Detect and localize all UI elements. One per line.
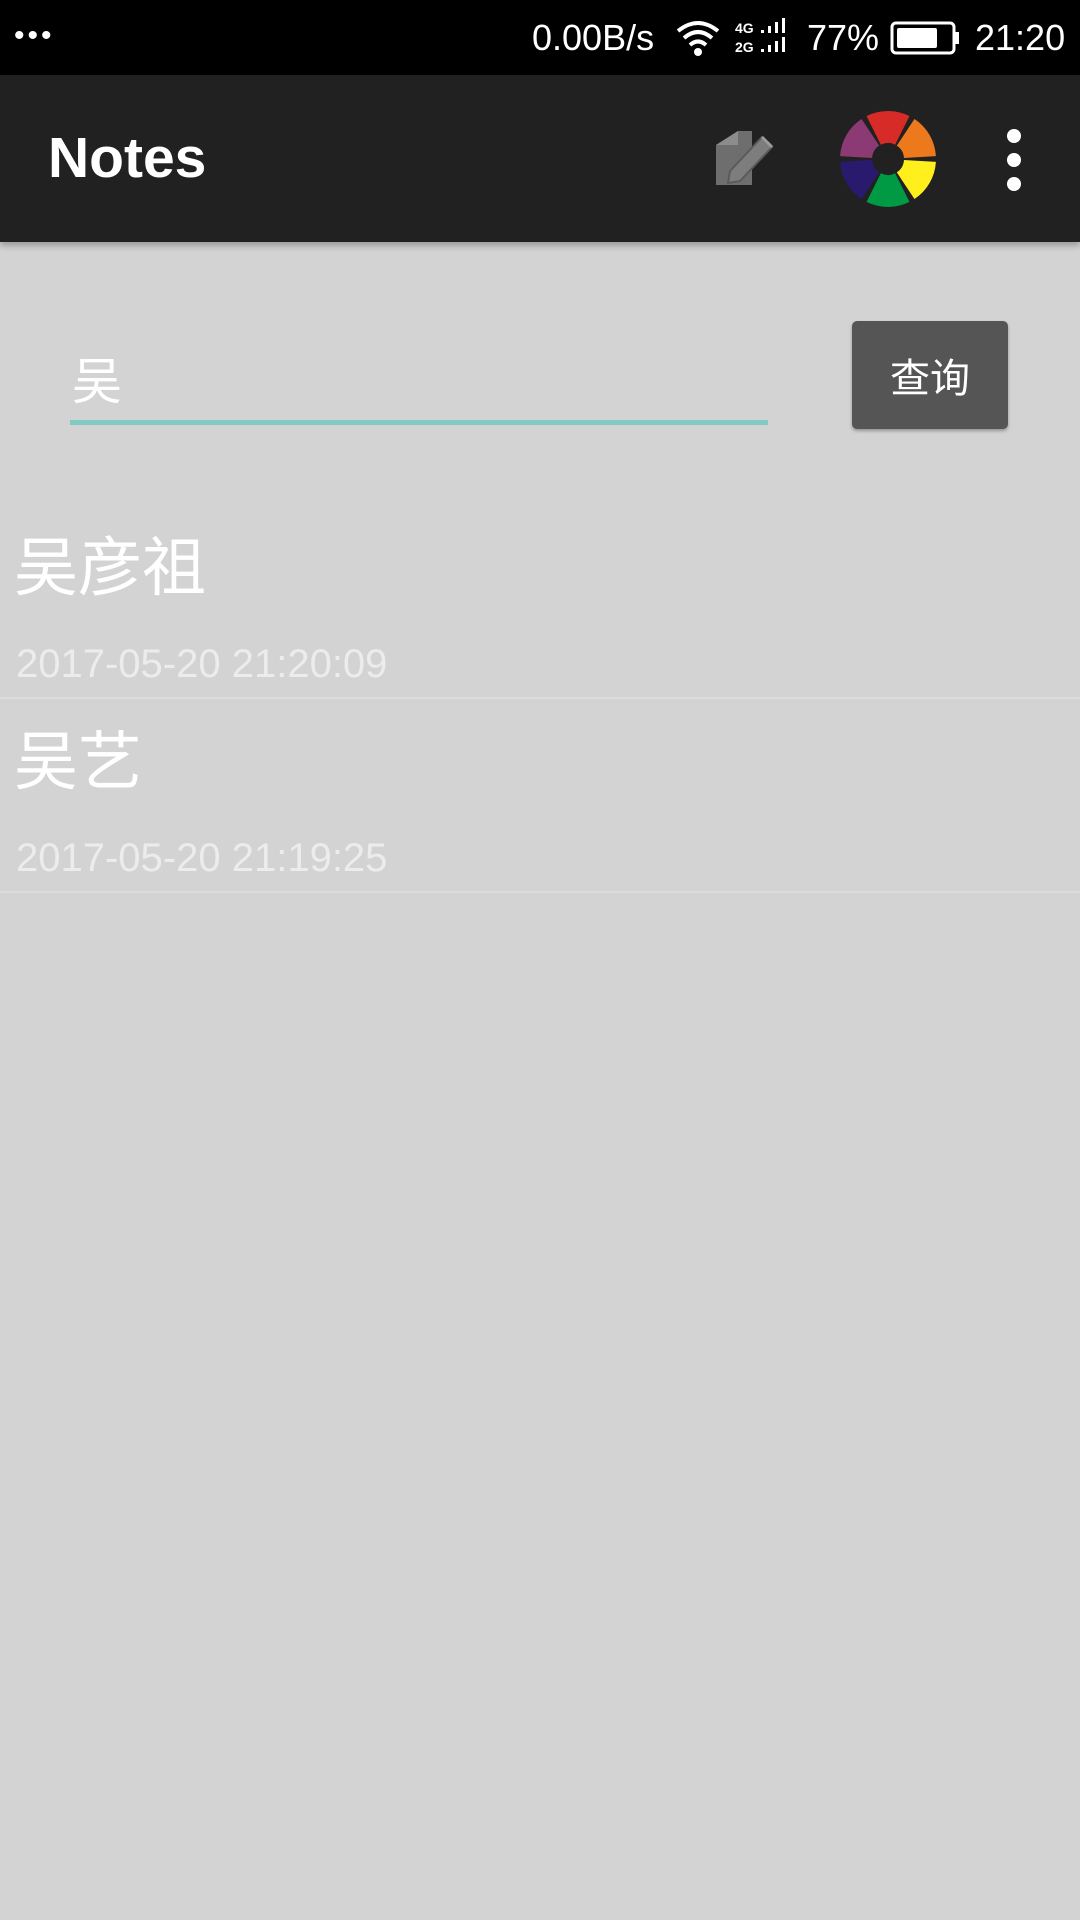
note-title: 吴艺 (14, 726, 142, 800)
note-title: 吴彦祖 (14, 532, 206, 606)
cellular-signal-icon: 4G 2G (735, 18, 795, 63)
note-list: 吴彦祖 2017-05-20 21:20:09 吴艺 2017-05-20 21… (0, 505, 1080, 893)
notification-dots-icon: ••• (14, 19, 55, 52)
list-item[interactable]: 吴艺 2017-05-20 21:19:25 (0, 699, 1080, 893)
battery-fill (897, 28, 937, 48)
battery-percent: 77% (807, 17, 880, 58)
note-timestamp: 2017-05-20 21:20:09 (16, 642, 388, 686)
wifi-icon (675, 18, 721, 63)
color-palette-icon[interactable] (838, 109, 938, 209)
app-bar: Notes (0, 75, 1080, 242)
edit-note-icon[interactable] (708, 125, 778, 195)
note-timestamp: 2017-05-20 21:19:25 (16, 836, 388, 880)
more-vert-icon[interactable] (990, 120, 1038, 200)
network-type-top: 4G (735, 20, 754, 36)
network-speed: 0.00B/s (532, 17, 655, 58)
status-time: 21:20 (975, 17, 1066, 58)
query-button[interactable]: 查询 (852, 321, 1008, 429)
status-bar: ••• 0.00B/s 4G 2G 77% 21:20 (0, 0, 1080, 75)
battery-icon (890, 21, 960, 60)
app-title: Notes (48, 126, 207, 190)
list-item[interactable]: 吴彦祖 2017-05-20 21:20:09 (0, 505, 1080, 699)
search-input[interactable] (70, 335, 768, 425)
network-type-bottom: 2G (735, 39, 754, 55)
